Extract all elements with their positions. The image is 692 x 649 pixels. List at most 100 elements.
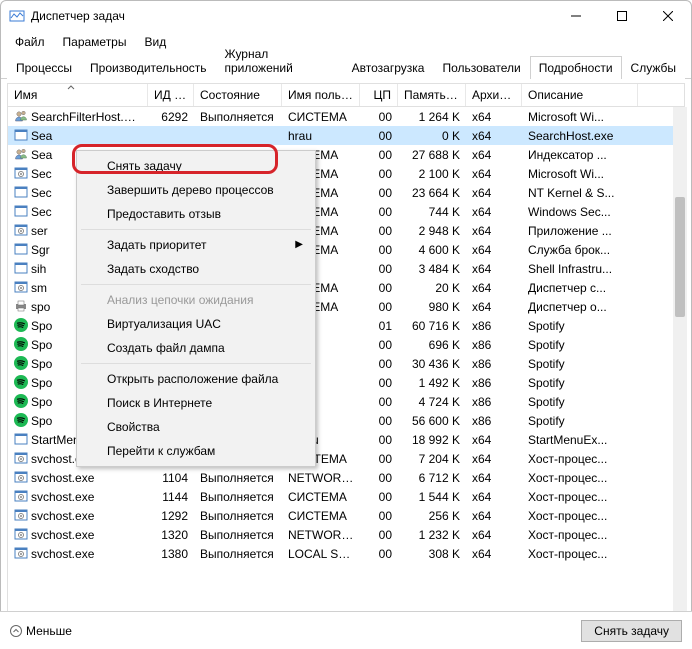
vertical-scrollbar[interactable] xyxy=(673,107,687,621)
end-task-button[interactable]: Снять задачу xyxy=(581,620,682,642)
process-icon xyxy=(14,128,28,142)
cell-cpu: 00 xyxy=(360,129,398,143)
cell-mem: 1 232 K xyxy=(398,528,466,542)
table-row[interactable]: svchost.exe1144ВыполняетсяСИСТЕМА001 544… xyxy=(8,487,684,506)
col-arch[interactable]: Архите... xyxy=(466,84,522,106)
table-row[interactable]: svchost.exe1320ВыполняетсяNETWORK...001 … xyxy=(8,525,684,544)
cell-desc: Диспетчер с... xyxy=(522,281,638,295)
context-menu-item[interactable]: Создать файл дампа xyxy=(79,336,313,360)
cell-cpu: 00 xyxy=(360,471,398,485)
cell-mem: 1 544 K xyxy=(398,490,466,504)
process-icon xyxy=(14,242,28,256)
process-icon xyxy=(14,109,28,123)
cell-user: NETWORK... xyxy=(282,528,360,542)
cell-cpu: 00 xyxy=(360,300,398,314)
scrollbar-thumb[interactable] xyxy=(675,197,685,317)
context-menu-item[interactable]: Открыть расположение файла xyxy=(79,367,313,391)
cell-mem: 4 600 K xyxy=(398,243,466,257)
col-state[interactable]: Состояние xyxy=(194,84,282,106)
col-cpu[interactable]: ЦП xyxy=(360,84,398,106)
tab-performance[interactable]: Производительность xyxy=(81,56,215,79)
process-icon xyxy=(14,337,28,351)
context-menu-item[interactable]: Снять задачу xyxy=(79,154,313,178)
process-icon xyxy=(14,166,28,180)
cell-arch: x86 xyxy=(466,338,522,352)
cell-mem: 23 664 K xyxy=(398,186,466,200)
minimize-button[interactable] xyxy=(553,1,599,31)
cell-arch: x64 xyxy=(466,224,522,238)
col-pid[interactable]: ИД п... xyxy=(148,84,194,106)
cell-desc: Spotify xyxy=(522,376,638,390)
process-icon xyxy=(14,394,28,408)
tab-startup[interactable]: Автозагрузка xyxy=(343,56,434,79)
cell-name: svchost.exe xyxy=(8,546,148,561)
process-icon xyxy=(14,318,28,332)
table-row[interactable]: svchost.exe1292ВыполняетсяСИСТЕМА00256 K… xyxy=(8,506,684,525)
process-name: svchost.exe xyxy=(31,471,94,485)
maximize-button[interactable] xyxy=(599,1,645,31)
cell-mem: 7 204 K xyxy=(398,452,466,466)
menu-separator xyxy=(81,363,311,364)
col-name[interactable]: Имя xyxy=(8,84,148,106)
col-mem[interactable]: Память (а... xyxy=(398,84,466,106)
cell-cpu: 00 xyxy=(360,433,398,447)
context-menu-item[interactable]: Задать сходство xyxy=(79,257,313,281)
context-menu-item[interactable]: Поиск в Интернете xyxy=(79,391,313,415)
cell-desc: Spotify xyxy=(522,357,638,371)
process-icon xyxy=(14,451,28,465)
cell-state: Выполняется xyxy=(194,509,282,523)
cell-arch: x64 xyxy=(466,471,522,485)
cell-cpu: 00 xyxy=(360,452,398,466)
cell-mem: 56 600 K xyxy=(398,414,466,428)
process-icon xyxy=(14,489,28,503)
process-name: Spo xyxy=(31,376,52,390)
less-button[interactable]: Меньше xyxy=(10,624,72,638)
menu-file[interactable]: Файл xyxy=(7,33,53,51)
cell-desc: Хост-процес... xyxy=(522,452,638,466)
cell-cpu: 01 xyxy=(360,319,398,333)
context-menu-item[interactable]: Свойства xyxy=(79,415,313,439)
process-icon xyxy=(14,147,28,161)
cell-cpu: 00 xyxy=(360,110,398,124)
tab-users[interactable]: Пользователи xyxy=(433,56,529,79)
cell-arch: x64 xyxy=(466,528,522,542)
cell-pid: 6292 xyxy=(148,110,194,124)
process-name: svchost.exe xyxy=(31,547,94,561)
close-button[interactable] xyxy=(645,1,691,31)
cell-arch: x64 xyxy=(466,186,522,200)
cell-desc: Индексатор ... xyxy=(522,148,638,162)
cell-arch: x64 xyxy=(466,262,522,276)
cell-arch: x64 xyxy=(466,205,522,219)
context-menu-item[interactable]: Предоставить отзыв xyxy=(79,202,313,226)
process-name: Sgr xyxy=(31,243,50,257)
cell-cpu: 00 xyxy=(360,148,398,162)
context-menu-item[interactable]: Виртуализация UAC xyxy=(79,312,313,336)
cell-cpu: 00 xyxy=(360,395,398,409)
process-name: svchost.exe xyxy=(31,509,94,523)
tab-processes[interactable]: Процессы xyxy=(7,56,81,79)
cell-cpu: 00 xyxy=(360,338,398,352)
tab-app-history[interactable]: Журнал приложений xyxy=(216,42,343,79)
cell-desc: Хост-процес... xyxy=(522,509,638,523)
table-row[interactable]: Seahrau000 Kx64SearchHost.exe xyxy=(8,126,684,145)
col-desc[interactable]: Описание xyxy=(522,84,638,106)
process-name: Sea xyxy=(31,148,52,162)
cell-arch: x64 xyxy=(466,547,522,561)
tab-details[interactable]: Подробности xyxy=(530,56,622,79)
table-row[interactable]: SearchFilterHost.exe6292ВыполняетсяСИСТЕ… xyxy=(8,107,684,126)
context-menu-item[interactable]: Перейти к службам xyxy=(79,439,313,463)
cell-user: СИСТЕМА xyxy=(282,490,360,504)
tab-services[interactable]: Службы xyxy=(622,56,685,79)
context-menu-item[interactable]: Завершить дерево процессов xyxy=(79,178,313,202)
cell-desc: Хост-процес... xyxy=(522,490,638,504)
cell-user: LOCAL SE... xyxy=(282,547,360,561)
table-row[interactable]: svchost.exe1104ВыполняетсяNETWORK...006 … xyxy=(8,468,684,487)
context-menu-item[interactable]: Задать приоритет▶ xyxy=(79,233,313,257)
cell-desc: Shell Infrastru... xyxy=(522,262,638,276)
menu-options[interactable]: Параметры xyxy=(55,33,135,51)
menu-separator xyxy=(81,284,311,285)
col-user[interactable]: Имя польз... xyxy=(282,84,360,106)
table-row[interactable]: svchost.exe1380ВыполняетсяLOCAL SE...003… xyxy=(8,544,684,563)
menu-view[interactable]: Вид xyxy=(136,33,174,51)
process-icon xyxy=(14,413,28,427)
